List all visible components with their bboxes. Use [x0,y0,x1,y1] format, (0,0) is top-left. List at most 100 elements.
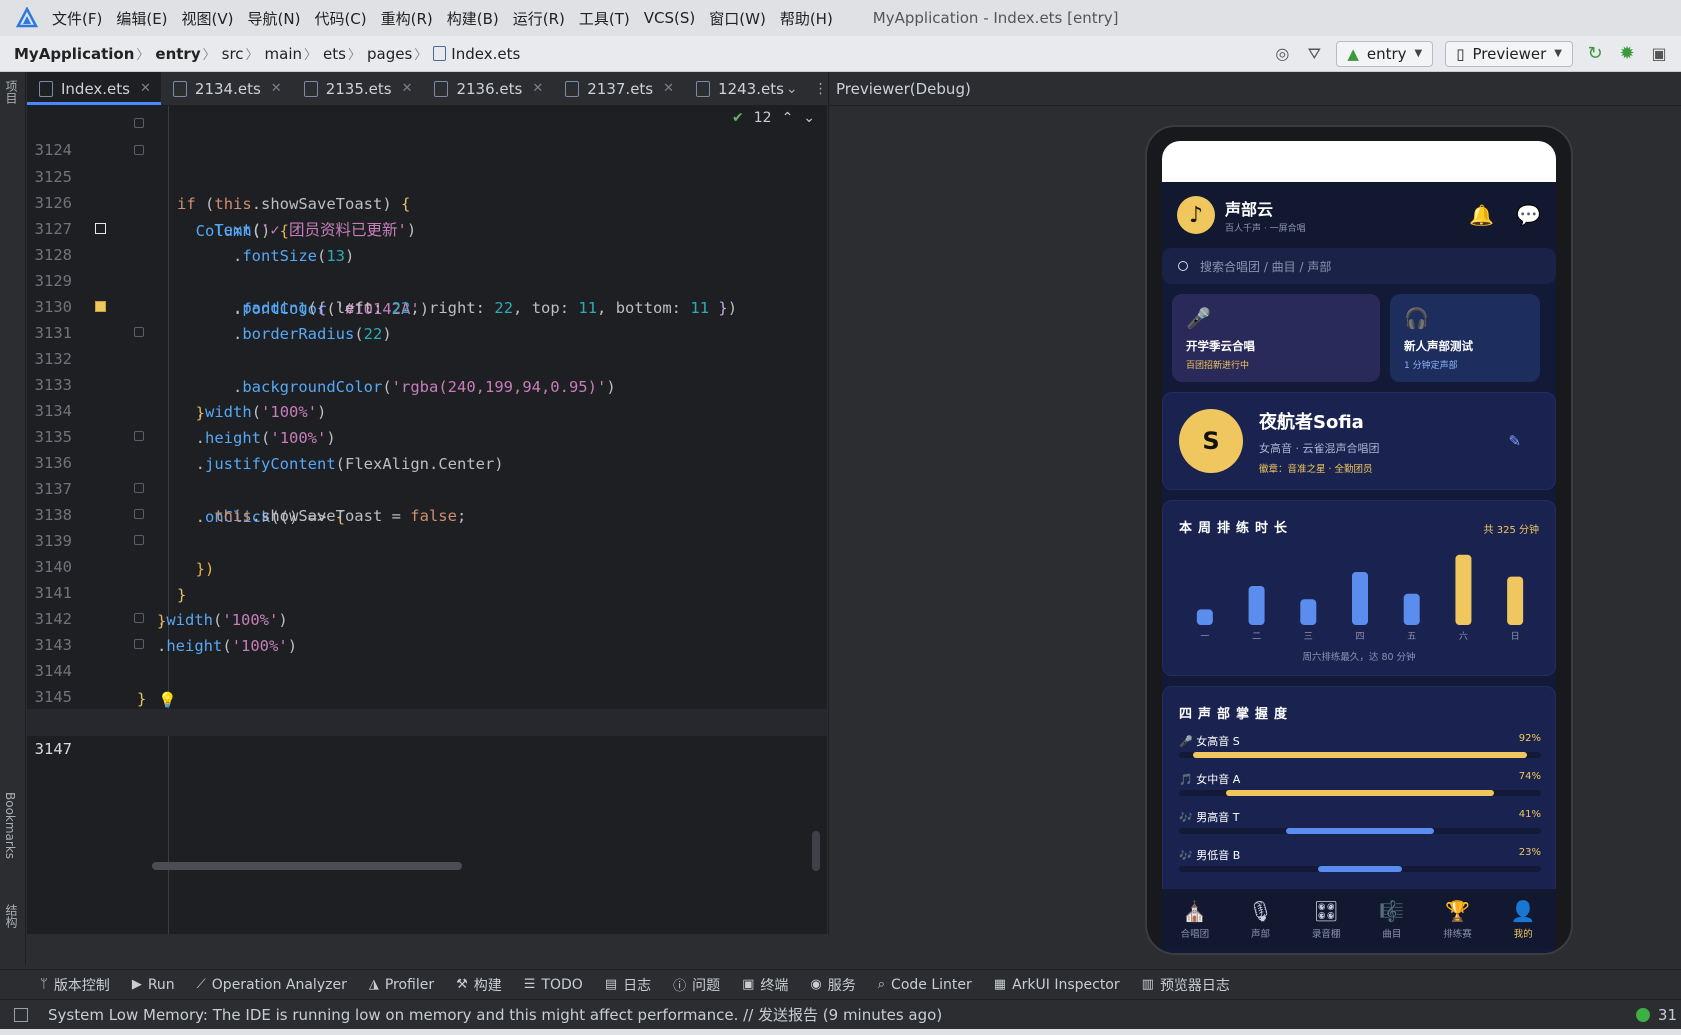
menu-help[interactable]: 帮助(H) [780,8,833,29]
code-line: 3139 } [27,501,827,604]
breadcrumb-main[interactable]: main [265,45,302,63]
color-swatch-icon[interactable] [95,301,106,312]
voice-percent: 23% [1518,847,1541,858]
menu-navigate[interactable]: 导航(N) [248,8,301,29]
close-icon[interactable]: ✕ [663,81,674,96]
nav-me[interactable]: 👤 我的 [1490,889,1556,949]
menu-window[interactable]: 窗口(W) [709,8,766,29]
search-input[interactable]: 搜索合唱团 / 曲目 / 声部 [1162,248,1556,284]
tab-1243-ets[interactable]: 1243.ets [684,72,786,105]
tool-todo[interactable]: ☰ TODO [524,977,583,993]
voice-row-bass: 🎶 男低音 B 23% [1179,847,1541,881]
structure-tool-button[interactable]: 结构 [3,904,20,928]
close-icon[interactable]: ✕ [532,81,543,96]
close-icon[interactable]: ✕ [402,81,413,96]
panel-toggle-icon[interactable] [14,1007,28,1022]
nav-voice-part[interactable]: 🎙 声部 [1228,889,1294,949]
edit-pencil-icon[interactable]: ✎ [1508,432,1521,450]
tab-index-ets[interactable]: Index.ets ✕ [27,72,161,105]
tab-2137-ets[interactable]: 2137.ets ✕ [553,72,684,105]
breadcrumb-module[interactable]: entry [155,45,200,63]
breadcrumb-file[interactable]: Index.ets [451,45,520,63]
color-swatch-icon[interactable] [95,223,106,234]
tab-2134-ets[interactable]: 2134.ets ✕ [161,72,292,105]
module-selector[interactable]: ▲ entry ▼ [1336,40,1434,67]
device-selector[interactable]: ▯ Previewer ▼ [1445,40,1573,67]
fold-marker-icon[interactable] [134,431,144,441]
fold-marker-icon[interactable] [134,327,144,337]
attach-debugger-icon[interactable]: ▣ [1649,44,1669,64]
nav-repertoire[interactable]: 🎼 曲目 [1359,889,1425,949]
profiler-icon[interactable]: ⛛ [1304,44,1324,64]
tool-run[interactable]: ▶ Run [132,977,175,993]
tab-2135-ets[interactable]: 2135.ets ✕ [292,72,423,105]
more-options-icon[interactable]: ⋮ [814,81,828,97]
breadcrumb-project[interactable]: MyApplication [14,45,134,63]
tool-problems[interactable]: ⓘ 问题 [673,975,720,995]
tool-previewer-log[interactable]: ▥ 预览器日志 [1142,975,1230,995]
code-line: 3129 .padding({ left: 22, right: 22, top… [27,241,827,317]
breadcrumb-src[interactable]: src [222,45,244,63]
tool-services[interactable]: ◉ 服务 [810,975,855,995]
tool-terminal[interactable]: ▣ 终端 [742,975,788,995]
fold-marker-icon[interactable] [134,509,144,519]
fold-marker-icon[interactable] [134,483,144,493]
tab-2136-ets[interactable]: 2136.ets ✕ [422,72,553,105]
close-icon[interactable]: ✕ [271,81,282,96]
progress-track [1179,790,1541,796]
close-icon[interactable]: ✕ [140,81,151,96]
fold-marker-icon[interactable] [134,535,144,545]
tool-version-control[interactable]: ᛘ 版本控制 [40,975,110,995]
code-editor[interactable]: ✔ 12 ⌃ ⌄ 3124 if (this.showSaveToast) { … [27,106,827,934]
promo-cards: 🎤 开学季云合唱 百团招新进行中 🎧 新人声部测试 1 分钟定声部 [1172,294,1546,382]
vertical-scrollbar[interactable] [812,831,820,871]
fold-marker-icon[interactable] [134,118,144,128]
document-icon: ▥ [1141,977,1154,992]
target-icon[interactable]: ◎ [1272,44,1292,64]
menu-refactor[interactable]: 重构(R) [381,8,433,29]
menu-file[interactable]: 文件(F) [52,8,102,29]
promo-title: 开学季云合唱 [1186,339,1255,353]
tool-profiler[interactable]: ◮ Profiler [369,977,434,993]
menu-edit[interactable]: 编辑(E) [116,8,167,29]
chevron-down-icon[interactable]: ⌄ [786,81,798,97]
bell-icon[interactable]: 🔔 [1469,203,1494,227]
tool-arkui-inspector[interactable]: ▦ ArkUI Inspector [994,977,1120,993]
breadcrumb-pages[interactable]: pages [367,45,412,63]
fold-marker-icon[interactable] [134,613,144,623]
debug-icon[interactable]: ✹ [1617,43,1637,64]
breadcrumb-separator: 〉 [414,48,428,63]
promo-card-autumn-chorus[interactable]: 🎤 开学季云合唱 百团招新进行中 [1172,294,1380,382]
fold-marker-icon[interactable] [134,145,144,155]
rerun-icon[interactable]: ↻ [1585,43,1605,64]
tool-label: 预览器日志 [1159,977,1230,994]
info-icon: ⓘ [673,979,687,994]
tool-log[interactable]: ▤ 日志 [605,975,651,995]
code-line: 3130 .borderRadius(22) [27,267,827,343]
code-line: 3145 [27,657,827,706]
tool-code-linter[interactable]: ⌕ Code Linter [878,977,972,993]
profile-card[interactable]: S 夜航者Sofia 女高音 · 云雀混声合唱团 徽章：音准之星 · 全勤团员 … [1162,392,1556,490]
tool-operation-analyzer[interactable]: ⟋ Operation Analyzer [197,977,347,993]
breadcrumb-ets[interactable]: ets [323,45,346,63]
bookmarks-tool-button[interactable]: Bookmarks [3,792,17,859]
promo-card-voice-test[interactable]: 🎧 新人声部测试 1 分钟定声部 [1390,294,1540,382]
nav-choir[interactable]: ⛪ 合唱团 [1162,889,1228,949]
project-tool-button[interactable]: 项目 [3,80,20,104]
menu-view[interactable]: 视图(V) [182,8,234,29]
menu-tools[interactable]: 工具(T) [579,8,630,29]
ets-file-icon [434,80,449,97]
status-message[interactable]: System Low Memory: The IDE is running lo… [48,1004,942,1025]
fold-marker-icon[interactable] [134,639,144,649]
menu-code[interactable]: 代码(C) [314,8,366,29]
tool-build[interactable]: ⚒ 构建 [456,975,502,995]
menu-run[interactable]: 运行(R) [513,8,565,29]
chat-bubble-icon[interactable]: 💬 [1516,203,1541,227]
nav-contest[interactable]: 🏆 排练赛 [1425,889,1491,949]
nav-studio[interactable]: 🎛 录音棚 [1293,889,1359,949]
menu-build[interactable]: 构建(B) [447,8,499,29]
menu-vcs[interactable]: VCS(S) [644,9,695,27]
voice-row-tenor: 🎶 男高音 T 41% [1179,809,1541,843]
phone-frame: ♪ 声部云 百人千声 · 一屏合唱 🔔 💬 搜索合唱团 / 曲目 / 声部 🎤 … [1145,125,1573,955]
horizontal-scrollbar[interactable] [152,862,462,870]
